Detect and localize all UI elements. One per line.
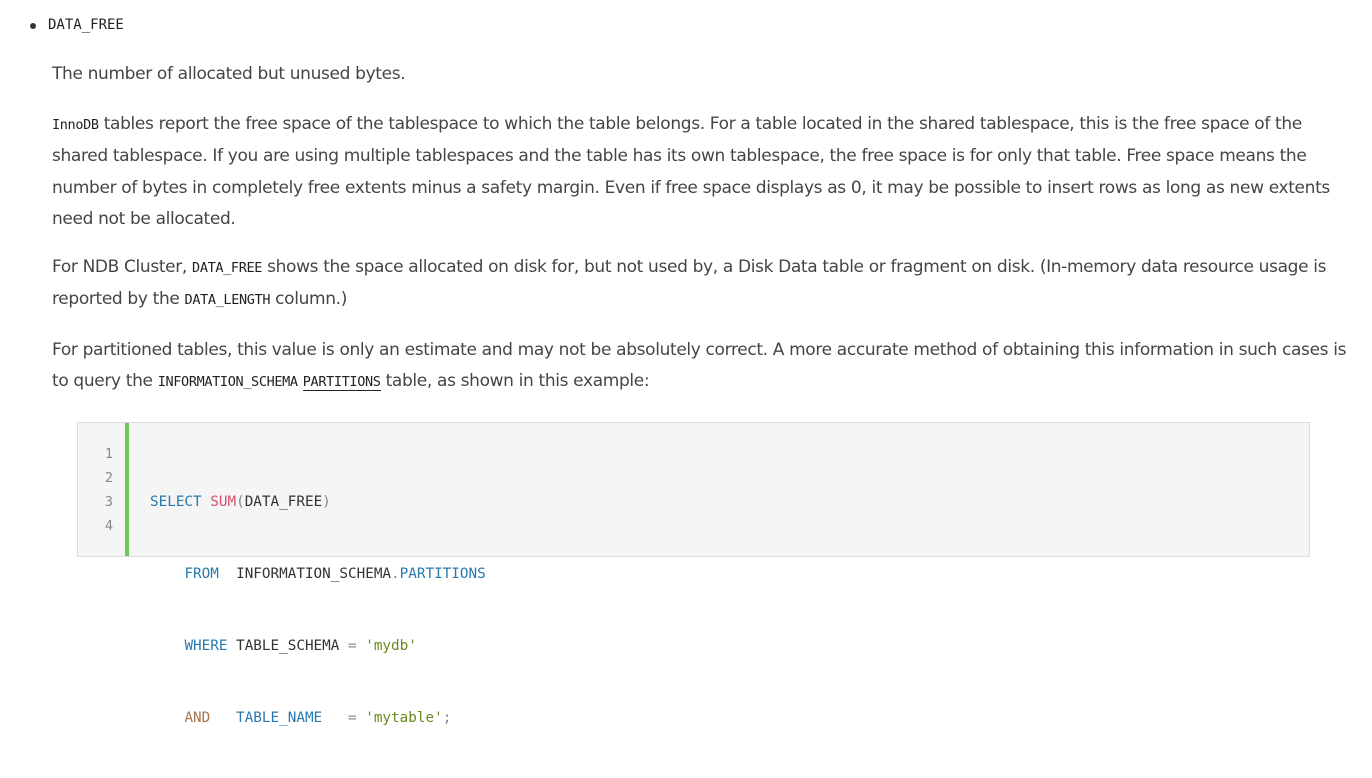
paragraph-description: The number of allocated but unused bytes…	[52, 59, 1352, 90]
sql-punct: )	[322, 494, 331, 510]
sql-identifier: TABLE_SCHEMA	[227, 638, 348, 654]
sql-identifier: PARTITIONS	[399, 566, 486, 582]
code-line-2: FROM INFORMATION_SCHEMA.PARTITIONS	[150, 562, 486, 586]
sql-string: 'mytable'	[365, 710, 443, 726]
bullet-icon	[30, 22, 36, 29]
line-number: 2	[104, 470, 113, 486]
sql-punct: .	[391, 566, 400, 582]
inline-code-information-schema: INFORMATION_SCHEMA	[157, 374, 298, 391]
paragraph-innodb: InnoDB tables report the free space of t…	[52, 109, 1352, 235]
line-number: 4	[104, 518, 113, 534]
paragraph-text: table, as shown in this example:	[380, 371, 650, 392]
paragraph-ndb-cluster: For NDB Cluster, DATA_FREE shows the spa…	[52, 252, 1352, 317]
code-block: 1 2 3 4 SELECT SUM(DATA_FREE) FROM INFOR…	[77, 422, 1310, 726]
sql-identifier: DATA_FREE	[244, 494, 323, 510]
partitions-link[interactable]: PARTITIONS	[302, 374, 381, 392]
term-label: DATA_FREE	[48, 17, 124, 33]
sql-identifier: TABLE_NAME	[236, 710, 323, 726]
sql-keyword: SELECT	[150, 494, 202, 510]
code-content: SELECT SUM(DATA_FREE) FROM INFORMATION_S…	[150, 442, 486, 778]
sql-keyword: WHERE	[184, 638, 228, 654]
sql-operator: =	[348, 710, 357, 726]
list-item-data-free: DATA_FREE	[30, 10, 124, 40]
sql-keyword: FROM	[184, 566, 219, 582]
paragraph-text: column.)	[270, 289, 347, 310]
code-line-4: AND TABLE_NAME = 'mytable';	[150, 706, 486, 730]
line-number: 3	[104, 494, 113, 510]
paragraph-partitioned: For partitioned tables, this value is on…	[52, 335, 1352, 399]
code-line-3: WHERE TABLE_SCHEMA = 'mydb'	[150, 634, 486, 658]
sql-operator: =	[348, 638, 357, 654]
paragraph-text: tables report the free space of the tabl…	[52, 114, 1330, 229]
inline-code-innodb: InnoDB	[52, 117, 99, 133]
inline-code-data-free: DATA_FREE	[192, 260, 263, 276]
sql-punct: (	[236, 494, 245, 510]
sql-keyword: AND	[184, 710, 211, 726]
paragraph-text: For NDB Cluster,	[52, 257, 193, 277]
sql-string: 'mydb'	[365, 638, 417, 654]
paragraph-text: The number of allocated but unused bytes…	[52, 64, 406, 84]
line-number-gutter: 1 2 3 4	[78, 423, 129, 556]
sql-function: SUM	[210, 494, 237, 510]
line-number: 1	[104, 446, 113, 462]
inline-code-data-length: DATA_LENGTH	[184, 292, 271, 309]
sql-identifier: INFORMATION_SCHEMA	[236, 566, 392, 582]
sql-punct: ;	[442, 710, 452, 726]
code-line-1: SELECT SUM(DATA_FREE)	[150, 490, 486, 514]
